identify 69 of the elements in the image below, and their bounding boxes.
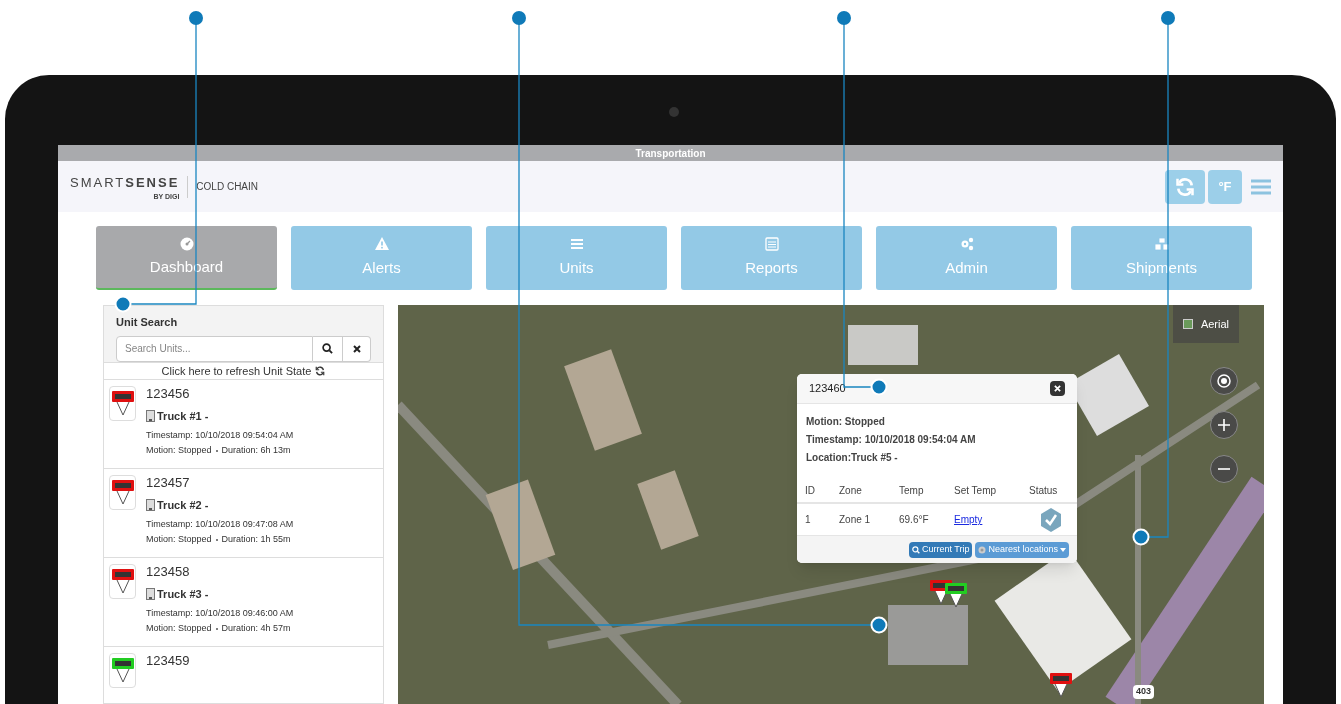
unit-duration: Duration: 4h 57m: [221, 622, 291, 635]
column-header: Zone: [839, 479, 899, 503]
popup-title: 123460: [809, 381, 846, 397]
set-temp-link[interactable]: Empty: [954, 514, 983, 525]
unit-duration: Duration: 6h 13m: [221, 444, 291, 457]
unit-motion: Motion: Stopped: [146, 444, 212, 457]
logo-text: SENSE: [125, 174, 180, 193]
nav-tab[interactable]: Admin: [876, 226, 1057, 290]
nav-tab[interactable]: Alerts: [291, 226, 472, 290]
unit-motion: Motion: Stopped: [146, 622, 212, 635]
window-title-bar: Transportation: [58, 145, 1283, 161]
unit-name: Truck #3 -: [157, 587, 209, 602]
unit-id: 123457: [146, 475, 191, 491]
close-icon: [1054, 385, 1061, 392]
search-icon: [322, 343, 333, 354]
caret-icon: [1060, 547, 1066, 552]
locate-icon: [1217, 374, 1231, 388]
table-cell: 69.6°F: [899, 503, 954, 536]
nav-tab[interactable]: Units: [486, 226, 667, 290]
refresh-icon: [315, 365, 326, 376]
unit-id: 123459: [146, 653, 190, 669]
unit-timestamp: Timestamp: 10/10/2018 09:54:04 AM: [146, 428, 294, 442]
column-header: ID: [797, 479, 839, 503]
unit-duration: Duration: 1h 55m: [221, 533, 291, 546]
menu-icon: [1251, 178, 1271, 195]
table-cell: Zone 1: [839, 503, 899, 536]
column-header: Temp: [899, 479, 954, 503]
camera-icon: [669, 107, 679, 117]
report-icon: [763, 236, 780, 253]
warning-icon: [373, 236, 390, 253]
popup-detail: Location:Truck #5 -: [806, 451, 899, 465]
search-icon: [911, 545, 920, 554]
refresh-link[interactable]: Click here to refresh Unit State: [104, 362, 383, 380]
unit-id: 123456: [146, 386, 191, 402]
boxes-icon: [1153, 236, 1170, 253]
satellite-layer-icon: [1182, 319, 1193, 329]
close-button[interactable]: [1050, 381, 1065, 396]
current-trip-button[interactable]: Current Trip: [908, 541, 973, 558]
device-icon: [146, 588, 155, 601]
nearest-locations-dropdown[interactable]: Nearest locations: [975, 541, 1069, 558]
close-icon: [352, 344, 361, 353]
device-icon: [146, 410, 155, 423]
road-shield: 403: [1133, 685, 1155, 699]
column-header: Status: [1029, 479, 1077, 503]
search-field[interactable]: Search Units...: [116, 335, 313, 362]
map-layer-button[interactable]: Aerial: [1172, 305, 1239, 343]
unit-timestamp: Timestamp: 10/10/2018 09:47:08 AM: [146, 517, 294, 531]
gauge-icon: [178, 235, 195, 252]
search-button[interactable]: [313, 335, 343, 362]
table-cell: 1: [797, 503, 839, 536]
refresh-button[interactable]: [1165, 169, 1205, 204]
unit-id: 123458: [146, 564, 191, 580]
unit-name: Truck #1 -: [157, 409, 209, 424]
column-header: Set Temp: [954, 479, 1029, 503]
refresh-icon: [1175, 176, 1195, 197]
clear-button[interactable]: [343, 335, 371, 362]
unit-name: Truck #2 -: [157, 498, 209, 513]
unit-toggle-button[interactable]: °F: [1208, 169, 1242, 204]
panel-title: Unit Search: [116, 315, 179, 330]
location-icon: [978, 545, 987, 554]
unit-motion: Motion: Stopped: [146, 533, 212, 546]
plus-icon: [1217, 418, 1231, 432]
popup-detail: Timestamp: 10/10/2018 09:54:04 AM: [806, 433, 977, 447]
logo-text: SMART: [70, 174, 126, 193]
unit-timestamp: Timestamp: 10/10/2018 09:46:00 AM: [146, 606, 294, 620]
device-icon: [146, 499, 155, 512]
nav-tab[interactable]: Reports: [681, 226, 862, 290]
aerial-map-view[interactable]: Aerial 403 123460 Motion: Stopped Timestamp: 10/10/2018 09:54:04 AM Location:Truck #5 - ID Zone Temp Set Temp Status 1 Zone 1 69.6°F Empty Current Trip Nearest locations: [398, 305, 1264, 704]
popup-detail: Motion: Stopped: [806, 415, 886, 429]
